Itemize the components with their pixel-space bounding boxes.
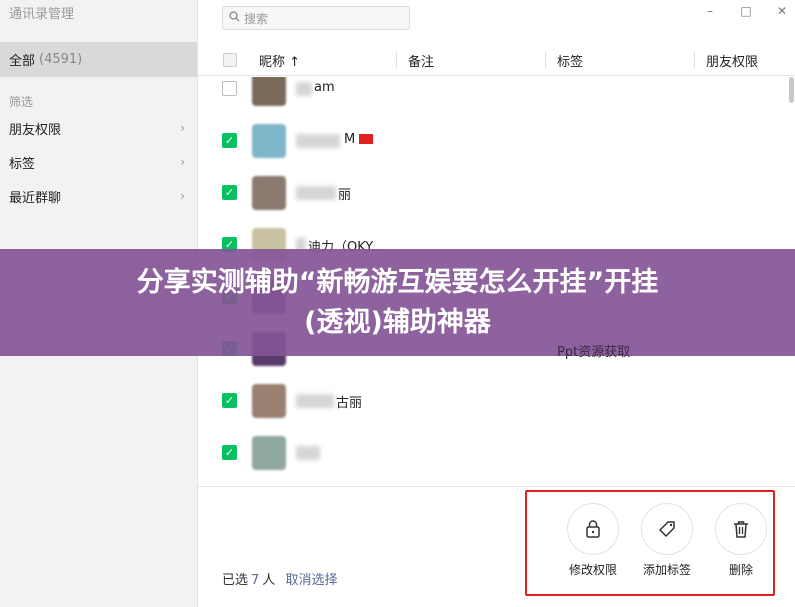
table-row[interactable]: ✓ M bbox=[198, 115, 788, 167]
sidebar-all-label: 全部 bbox=[9, 54, 36, 69]
tag-cell-text: Ppt资源获取 bbox=[557, 345, 631, 360]
action-label: 删除 bbox=[728, 563, 753, 577]
column-friend-permission[interactable]: 朋友权限 bbox=[706, 44, 758, 76]
nickname: am bbox=[314, 80, 335, 95]
minimize-button[interactable]: – bbox=[692, 2, 728, 20]
cancel-selection-link[interactable]: 取消选择 bbox=[285, 573, 337, 588]
column-tags[interactable]: 标签 bbox=[557, 44, 583, 76]
table-row[interactable]: am bbox=[198, 77, 788, 115]
row-checkbox[interactable]: ✓ bbox=[222, 445, 237, 460]
search-placeholder: 搜索 bbox=[244, 11, 269, 26]
sidebar-item-label: 朋友权限 bbox=[9, 122, 62, 138]
flag-icon bbox=[359, 134, 374, 144]
avatar bbox=[252, 176, 286, 210]
sidebar-all-count: (4591) bbox=[39, 52, 83, 67]
selected-prefix: 已选 bbox=[222, 573, 249, 588]
column-divider bbox=[694, 52, 695, 68]
selected-suffix: 人 bbox=[262, 573, 276, 588]
filter-section-label: 筛选 bbox=[9, 95, 34, 109]
chevron-right-icon: › bbox=[180, 155, 185, 169]
sidebar-item-tags[interactable]: 标签 › bbox=[0, 146, 197, 178]
maximize-button[interactable]: □ bbox=[728, 2, 764, 20]
blurred-name bbox=[296, 446, 320, 460]
select-all-checkbox[interactable] bbox=[223, 53, 237, 67]
add-tag-button[interactable]: 添加标签 bbox=[635, 503, 699, 578]
banner-line-2: (透视)辅助神器 bbox=[304, 306, 491, 338]
nickname: 古丽 bbox=[336, 396, 363, 411]
column-divider bbox=[396, 52, 397, 68]
delete-button[interactable]: 删除 bbox=[709, 503, 773, 578]
window-controls: – □ ✕ bbox=[692, 2, 795, 20]
chevron-right-icon: › bbox=[180, 121, 185, 135]
search-input[interactable]: 搜索 bbox=[222, 6, 410, 30]
search-icon bbox=[229, 11, 240, 25]
nickname-text: M bbox=[344, 132, 356, 147]
close-button[interactable]: ✕ bbox=[764, 2, 795, 20]
column-nickname[interactable]: 昵称 ↑ bbox=[259, 44, 300, 76]
sidebar-item-recent-groups[interactable]: 最近群聊 › bbox=[0, 180, 197, 212]
banner-line-1: 分享实测辅助“新畅游互娱要怎么开挂”开挂 bbox=[136, 266, 659, 298]
sidebar-item-all[interactable]: 全部 (4591) bbox=[0, 42, 197, 77]
app-title: 通讯录管理 bbox=[9, 7, 75, 22]
column-remark[interactable]: 备注 bbox=[408, 44, 434, 76]
footer-bar: 已选 7 人 取消选择 修改权限 添加标签 删除 bbox=[198, 486, 795, 607]
table-row[interactable]: ✓ 丽 bbox=[198, 167, 788, 219]
modify-permission-button[interactable]: 修改权限 bbox=[561, 503, 625, 578]
table-header: 昵称 ↑ 备注 标签 朋友权限 bbox=[198, 44, 795, 76]
avatar bbox=[252, 77, 286, 106]
blurred-name bbox=[296, 186, 336, 200]
sidebar-item-label: 标签 bbox=[9, 156, 36, 172]
row-checkbox[interactable]: ✓ bbox=[222, 393, 237, 408]
row-checkbox[interactable] bbox=[222, 81, 237, 96]
trash-icon bbox=[715, 503, 767, 555]
selected-count: 7 bbox=[251, 573, 260, 588]
nickname: 丽 bbox=[338, 188, 352, 203]
blurred-name bbox=[296, 394, 334, 408]
overlay-banner: 分享实测辅助“新畅游互娱要怎么开挂”开挂 (透视)辅助神器 bbox=[0, 249, 795, 356]
blurred-name bbox=[296, 82, 312, 96]
column-divider bbox=[545, 52, 546, 68]
nickname: M bbox=[344, 132, 374, 147]
avatar bbox=[252, 436, 286, 470]
blurred-name bbox=[296, 134, 340, 148]
avatar bbox=[252, 124, 286, 158]
scrollbar[interactable] bbox=[789, 77, 794, 103]
chevron-right-icon: › bbox=[180, 189, 185, 203]
row-checkbox[interactable]: ✓ bbox=[222, 185, 237, 200]
table-row[interactable]: ✓ bbox=[198, 427, 788, 479]
lock-icon bbox=[567, 503, 619, 555]
action-label: 添加标签 bbox=[642, 563, 691, 577]
sidebar-item-friend-permissions[interactable]: 朋友权限 › bbox=[0, 112, 197, 144]
action-label: 修改权限 bbox=[568, 563, 617, 577]
sidebar-item-label: 最近群聊 bbox=[9, 190, 62, 206]
tag-icon bbox=[641, 503, 693, 555]
selection-summary: 已选 7 人 取消选择 bbox=[222, 569, 337, 588]
row-checkbox[interactable]: ✓ bbox=[222, 133, 237, 148]
table-row[interactable]: ✓ 古丽 bbox=[198, 375, 788, 427]
avatar bbox=[252, 384, 286, 418]
